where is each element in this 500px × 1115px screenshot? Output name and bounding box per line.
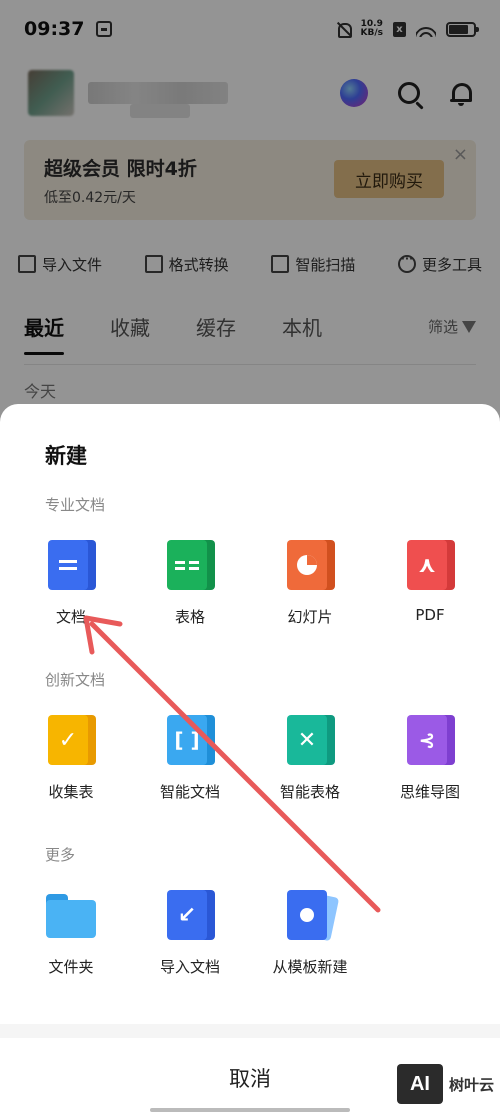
mindmap-icon: ⊰: [405, 715, 455, 765]
section-label-more: 更多: [45, 846, 76, 864]
more-row: 文件夹 ↙ 导入文档 从模板新建: [0, 890, 500, 980]
item-label: PDF: [415, 606, 445, 624]
section-label-innovative: 创新文档: [45, 671, 106, 689]
innovative-docs-row: ✓ 收集表 [ ] 智能文档 ✕ 智能表格 ⊰ 思维导图: [0, 715, 500, 805]
template-icon: [285, 890, 340, 942]
new-folder[interactable]: 文件夹: [21, 890, 121, 980]
import-document[interactable]: ↙ 导入文档: [140, 890, 240, 980]
new-form[interactable]: ✓ 收集表: [21, 715, 121, 805]
item-label: 文件夹: [48, 958, 94, 976]
item-label: 智能文档: [159, 783, 220, 801]
new-pdf[interactable]: ⋏ PDF: [380, 540, 480, 630]
smart-doc-icon: [ ]: [165, 715, 215, 765]
new-smart-doc[interactable]: [ ] 智能文档: [140, 715, 240, 805]
sheet-title: 新建: [45, 444, 87, 468]
item-label: 智能表格: [279, 783, 340, 801]
new-from-template[interactable]: 从模板新建: [260, 890, 360, 980]
item-label: 收集表: [48, 783, 94, 801]
new-mindmap[interactable]: ⊰ 思维导图: [380, 715, 480, 805]
item-label: 表格: [174, 608, 205, 626]
item-label: 思维导图: [399, 783, 460, 801]
new-smart-sheet[interactable]: ✕ 智能表格: [260, 715, 360, 805]
watermark-logo: AI: [396, 1064, 443, 1104]
new-document[interactable]: 文档: [21, 540, 121, 630]
slides-icon: [285, 540, 335, 590]
pdf-icon: ⋏: [405, 540, 455, 590]
item-label: 导入文档: [159, 958, 220, 976]
watermark-text: 树叶云: [448, 1075, 494, 1094]
item-label: 从模板新建: [272, 958, 348, 976]
form-icon: ✓: [46, 715, 96, 765]
smart-sheet-icon: ✕: [285, 715, 335, 765]
document-icon: [46, 540, 96, 590]
spreadsheet-icon: [165, 540, 215, 590]
new-slides[interactable]: 幻灯片: [260, 540, 360, 630]
professional-docs-row: 文档 表格 幻灯片 ⋏ PDF: [0, 540, 500, 630]
import-doc-icon: ↙: [165, 890, 215, 940]
cancel-button[interactable]: 取消: [150, 1058, 350, 1098]
new-spreadsheet[interactable]: 表格: [140, 540, 240, 630]
folder-icon: [46, 890, 96, 940]
section-label-professional: 专业文档: [45, 496, 106, 514]
watermark: AI 树叶云: [396, 1064, 494, 1104]
new-file-sheet: 新建 专业文档 文档 表格 幻灯片 ⋏ PDF 创新文档 ✓ 收集表 [] 智…: [0, 404, 500, 1115]
item-label: 文档: [55, 608, 86, 626]
home-indicator[interactable]: [150, 1108, 350, 1112]
item-label: 幻灯片: [287, 608, 333, 626]
